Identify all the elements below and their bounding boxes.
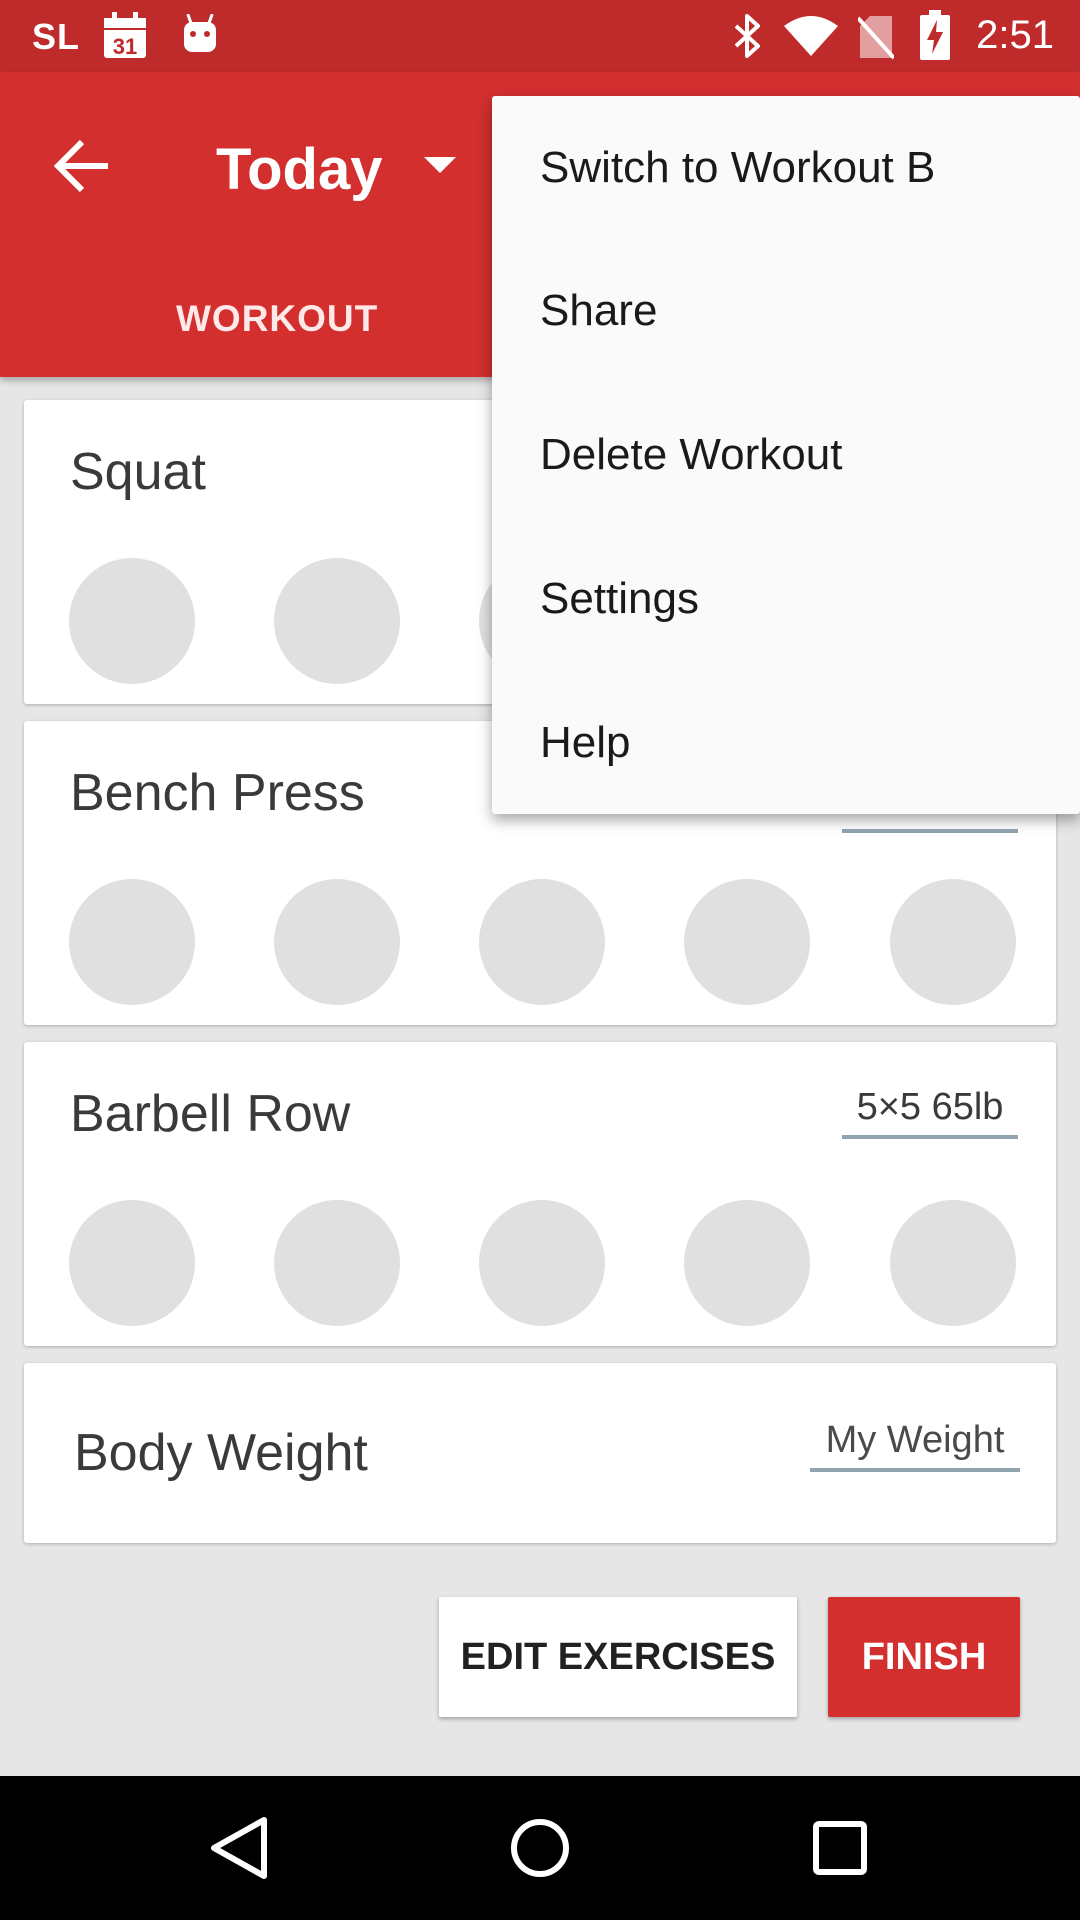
caret-down-icon[interactable] (424, 157, 456, 173)
exercise-card-barbell-row: Barbell Row 5×5 65lb (24, 1042, 1056, 1346)
set-button[interactable] (274, 1200, 400, 1326)
set-button[interactable] (69, 1200, 195, 1326)
set-button[interactable] (890, 879, 1016, 1005)
menu-item-switch-workout[interactable]: Switch to Workout B (540, 143, 935, 193)
set-button[interactable] (69, 558, 195, 684)
calendar-day: 31 (113, 34, 137, 59)
reps-weight-field[interactable]: 5×5 65lb (842, 1086, 1018, 1139)
arrow-left-icon (53, 139, 108, 193)
status-bar: SL 31 2:51 (0, 0, 1080, 72)
nav-back-icon[interactable] (208, 1816, 270, 1880)
exercise-name: Bench Press (70, 764, 365, 822)
nav-home-icon[interactable] (510, 1818, 570, 1878)
set-button[interactable] (890, 1200, 1016, 1326)
set-button[interactable] (69, 879, 195, 1005)
bluetooth-icon (732, 14, 764, 58)
set-button[interactable] (274, 879, 400, 1005)
no-sim-icon (856, 14, 896, 60)
body-weight-card: Body Weight My Weight (24, 1363, 1056, 1543)
edit-exercises-button[interactable]: EDIT EXERCISES (439, 1597, 797, 1717)
overflow-menu: Switch to Workout B Share Delete Workout… (492, 96, 1080, 814)
body-weight-label: Body Weight (74, 1424, 368, 1482)
navigation-bar (0, 1776, 1080, 1920)
menu-item-share[interactable]: Share (540, 286, 657, 336)
calendar-icon: 31 (102, 12, 148, 60)
android-icon (180, 13, 220, 56)
nav-recents-icon[interactable] (812, 1820, 868, 1876)
set-button[interactable] (684, 879, 810, 1005)
carrier-label: SL (32, 16, 81, 57)
battery-charging-icon (920, 10, 950, 60)
wifi-icon (782, 14, 840, 58)
tab-workout[interactable]: WORKOUT (176, 298, 378, 340)
menu-item-help[interactable]: Help (540, 718, 631, 768)
menu-item-delete-workout[interactable]: Delete Workout (540, 430, 842, 480)
menu-item-settings[interactable]: Settings (540, 574, 699, 624)
set-button[interactable] (684, 1200, 810, 1326)
page-title[interactable]: Today (216, 136, 383, 203)
back-button[interactable] (50, 132, 118, 200)
body-weight-input[interactable]: My Weight (810, 1419, 1020, 1472)
set-button[interactable] (479, 1200, 605, 1326)
set-button[interactable] (479, 879, 605, 1005)
finish-button[interactable]: FINISH (828, 1597, 1020, 1717)
exercise-name: Squat (70, 443, 206, 501)
set-button[interactable] (274, 558, 400, 684)
exercise-name: Barbell Row (70, 1085, 351, 1143)
clock: 2:51 (976, 13, 1054, 57)
